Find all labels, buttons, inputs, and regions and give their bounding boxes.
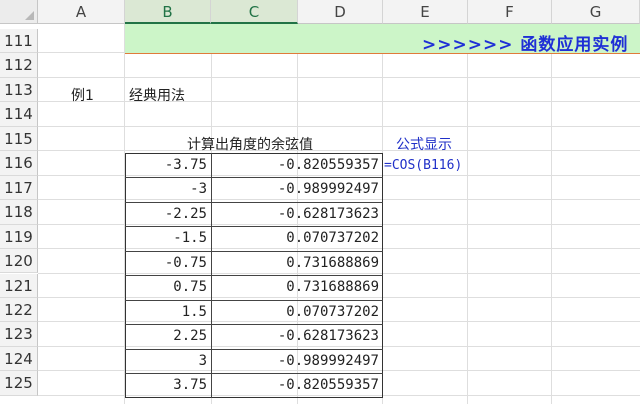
row-header[interactable]: 112 [0,53,38,78]
cosine-value-cell[interactable]: -0.628173623 [211,206,379,222]
angle-value-cell[interactable]: 0.75 [125,279,207,295]
col-header-b[interactable]: B [125,0,211,24]
table-row-divider [125,250,383,252]
angle-value-cell[interactable]: 2.25 [125,328,207,344]
formula-text[interactable]: =COS(B116) [384,158,462,173]
gridline [38,125,640,127]
row-header[interactable]: 114 [0,102,38,127]
table-row-divider [125,299,383,301]
gridline [467,24,468,404]
angle-value-cell[interactable]: 3.75 [125,377,207,393]
example-title[interactable]: 经典用法 [129,85,185,105]
col-header-c[interactable]: C [211,0,298,24]
angle-value-cell[interactable]: -1.5 [125,230,207,246]
cosine-value-cell[interactable]: -0.989992497 [211,181,379,197]
col-label: C [248,3,260,21]
cosine-value-cell[interactable]: 0.731688869 [211,255,379,271]
row-header[interactable]: 121 [0,273,38,298]
angle-value-cell[interactable]: -0.75 [125,255,207,271]
row-header[interactable]: 124 [0,346,38,372]
table-row-divider [125,226,383,228]
col-header-a[interactable]: A [38,0,125,24]
banner-title: >>>>>> 函数应用实例 [422,35,629,55]
cosine-value-cell[interactable]: 0.731688869 [211,279,379,295]
row-header[interactable]: 125 [0,371,38,396]
row-header[interactable]: 122 [0,297,38,323]
table-row-divider [125,275,383,277]
cosine-value-cell[interactable]: -0.820559357 [211,377,379,393]
cosine-value-cell[interactable]: -0.820559357 [211,157,379,173]
example-label[interactable]: 例1 [71,85,94,105]
cosine-value-cell[interactable]: -0.989992497 [211,353,379,369]
table-header[interactable]: 计算出角度的余弦值 [187,134,313,154]
table-row-divider [125,201,383,203]
table-row-divider [125,373,383,375]
col-label: D [334,3,346,21]
row-header[interactable]: 113 [0,77,38,103]
gridline [38,150,640,152]
col-label: A [75,3,87,21]
col-label: G [589,3,602,21]
row-header[interactable]: 111 [0,29,38,54]
row-header[interactable]: 119 [0,224,38,249]
col-header-g[interactable]: G [552,0,640,24]
col-label: B [162,3,173,21]
table-row-divider [125,348,383,350]
cosine-value-cell[interactable]: 0.070737202 [211,230,379,246]
angle-value-cell[interactable]: 3 [125,353,207,369]
formula-header[interactable]: 公式显示 [396,134,452,154]
row-header[interactable]: 115 [0,126,38,152]
select-all-corner[interactable] [0,0,38,24]
col-label: E [420,3,430,21]
table-row-divider [125,177,383,179]
angle-value-cell[interactable]: -2.25 [125,206,207,222]
row-header[interactable]: 123 [0,322,38,347]
col-header-e[interactable]: E [383,0,468,24]
col-header-d[interactable]: D [298,0,383,24]
angle-value-cell[interactable]: -3.75 [125,157,207,173]
cosine-value-cell[interactable]: 0.070737202 [211,304,379,320]
angle-value-cell[interactable]: 1.5 [125,304,207,320]
row-header[interactable]: 117 [0,175,38,201]
table-row-divider [125,324,383,326]
gridline [38,76,640,78]
row-header[interactable]: 118 [0,200,38,225]
col-label: F [505,3,514,21]
col-header-f[interactable]: F [468,0,552,24]
row-header[interactable]: 116 [0,151,38,176]
cosine-value-cell[interactable]: -0.628173623 [211,328,379,344]
gridline [551,24,552,404]
angle-value-cell[interactable]: -3 [125,181,207,197]
row-header[interactable]: 120 [0,249,38,274]
